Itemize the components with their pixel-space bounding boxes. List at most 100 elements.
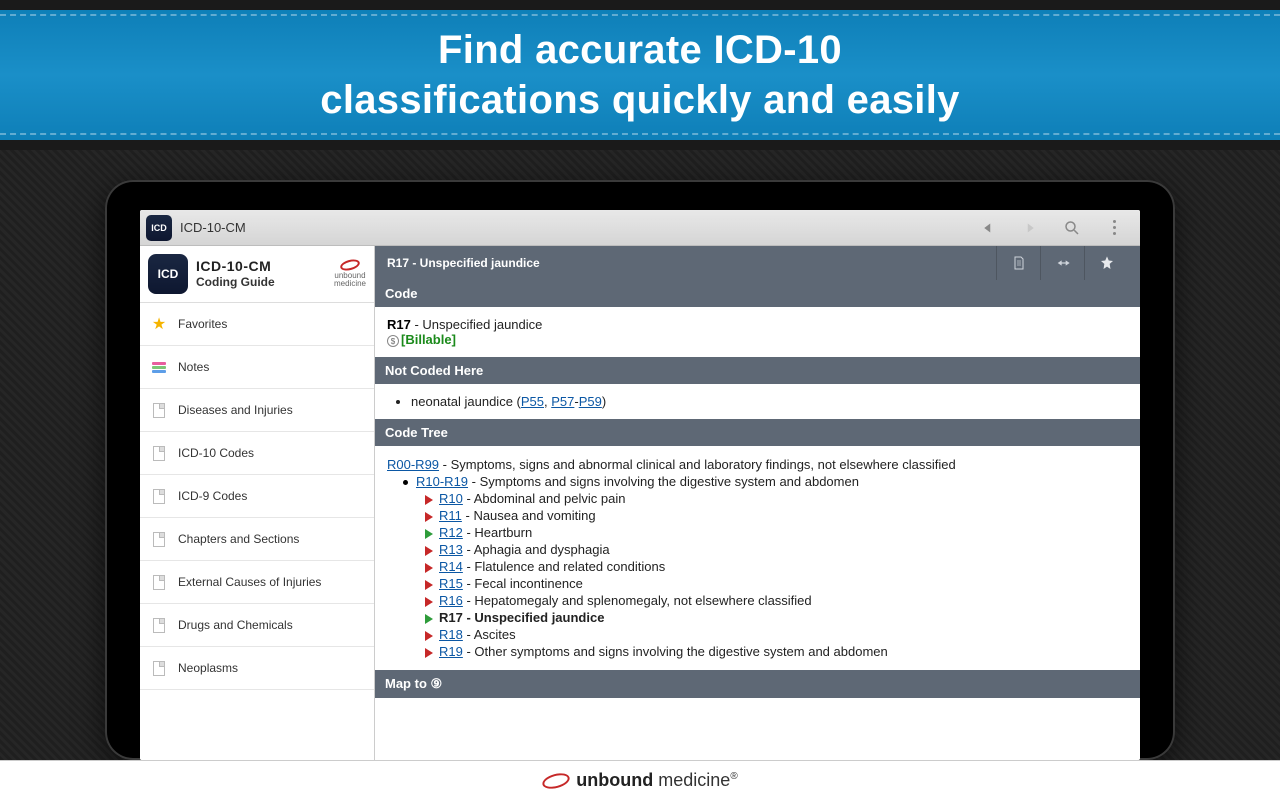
- code-link[interactable]: R10: [439, 491, 463, 506]
- triangle-icon: [425, 631, 433, 641]
- code-link[interactable]: R13: [439, 542, 463, 557]
- code-link[interactable]: P57: [551, 394, 574, 409]
- content-scroll[interactable]: Code R17 - Unspecified jaundice $[Billab…: [375, 280, 1140, 760]
- page-icon: [150, 659, 168, 677]
- app-title: ICD-10-CM: [180, 220, 968, 235]
- product-title: ICD-10-CM: [196, 259, 275, 274]
- overflow-menu-button[interactable]: [1094, 213, 1134, 243]
- code-link[interactable]: R00-R99: [387, 457, 439, 472]
- page-icon: [150, 401, 168, 419]
- section-mapto-header: Map to ⑨: [375, 670, 1140, 698]
- swirl-icon: [541, 770, 572, 791]
- sidebar-item[interactable]: Drugs and Chemicals: [140, 604, 374, 647]
- code-link[interactable]: R14: [439, 559, 463, 574]
- forward-button[interactable]: [1010, 213, 1050, 243]
- tree-item: R15 - Fecal incontinence: [387, 575, 1128, 592]
- tree-item: R10 - Abdominal and pelvic pain: [387, 490, 1128, 507]
- product-subtitle: Coding Guide: [196, 275, 275, 289]
- favorite-button[interactable]: [1084, 246, 1128, 280]
- back-button[interactable]: [968, 213, 1008, 243]
- page-icon: [150, 487, 168, 505]
- notes-icon: [150, 358, 168, 376]
- product-icon: ICD: [148, 254, 188, 294]
- tablet-frame: ICD ICD-10-CM ICD ICD-10-CM Coding Guide: [105, 180, 1175, 760]
- sidebar: ICD ICD-10-CM Coding Guide unboundmedici…: [140, 246, 375, 760]
- code-link[interactable]: P55: [521, 394, 544, 409]
- section-codetree-body: R00-R99 - Symptoms, signs and abnormal c…: [375, 446, 1140, 670]
- sidebar-item-label: Neoplasms: [178, 661, 238, 675]
- tree-item: R12 - Heartburn: [387, 524, 1128, 541]
- sidebar-item-label: Diseases and Injuries: [178, 403, 293, 417]
- sidebar-item[interactable]: Chapters and Sections: [140, 518, 374, 561]
- triangle-icon: [425, 512, 433, 522]
- sidebar-item[interactable]: ★ Favorites: [140, 303, 374, 346]
- sidebar-item[interactable]: ICD-9 Codes: [140, 475, 374, 518]
- page-icon: [150, 444, 168, 462]
- sidebar-header: ICD ICD-10-CM Coding Guide unboundmedici…: [140, 246, 374, 303]
- code-link[interactable]: R18: [439, 627, 463, 642]
- document-button[interactable]: [996, 246, 1040, 280]
- triangle-icon: [425, 495, 433, 505]
- sidebar-item-label: Drugs and Chemicals: [178, 618, 293, 632]
- sidebar-item-label: Favorites: [178, 317, 227, 331]
- tree-item: R17 - Unspecified jaundice: [387, 609, 1128, 626]
- triangle-icon: [425, 648, 433, 658]
- sidebar-item-label: ICD-10 Codes: [178, 446, 254, 460]
- section-notcoded-body: neonatal jaundice (P55, P57-P59): [375, 384, 1140, 419]
- tree-item: R13 - Aphagia and dysphagia: [387, 541, 1128, 558]
- section-code-header: Code: [375, 280, 1140, 307]
- app-icon: ICD: [146, 215, 172, 241]
- page-icon: [150, 530, 168, 548]
- sidebar-item[interactable]: External Causes of Injuries: [140, 561, 374, 604]
- promo-banner: Find accurate ICD-10classifications quic…: [0, 0, 1280, 150]
- triangle-icon: [425, 529, 433, 539]
- section-notcoded-header: Not Coded Here: [375, 357, 1140, 384]
- tree-item: R11 - Nausea and vomiting: [387, 507, 1128, 524]
- search-button[interactable]: [1052, 213, 1092, 243]
- code-link[interactable]: P59: [579, 394, 602, 409]
- app-bar: ICD ICD-10-CM: [140, 210, 1140, 246]
- page-icon: [150, 573, 168, 591]
- not-coded-item: neonatal jaundice (P55, P57-P59): [411, 394, 1128, 409]
- code-link[interactable]: R12: [439, 525, 463, 540]
- footer-logo: unbound medicine®: [542, 770, 737, 791]
- share-button[interactable]: [1040, 246, 1084, 280]
- section-codetree-header: Code Tree: [375, 419, 1140, 446]
- star-icon: ★: [150, 315, 168, 333]
- vendor-logo: unboundmedicine: [334, 260, 366, 288]
- tree-item: R14 - Flatulence and related conditions: [387, 558, 1128, 575]
- page-icon: [150, 616, 168, 634]
- tree-item: R16 - Hepatomegaly and splenomegaly, not…: [387, 592, 1128, 609]
- sidebar-item-label: Chapters and Sections: [178, 532, 299, 546]
- sidebar-item[interactable]: ICD-10 Codes: [140, 432, 374, 475]
- banner-text: Find accurate ICD-10classifications quic…: [320, 25, 959, 125]
- device-area: ICD ICD-10-CM ICD ICD-10-CM Coding Guide: [0, 150, 1280, 760]
- code-link[interactable]: R15: [439, 576, 463, 591]
- topic-bar: R17 - Unspecified jaundice: [375, 246, 1140, 280]
- billable-badge: [Billable]: [401, 332, 456, 347]
- code-link[interactable]: R19: [439, 644, 463, 659]
- triangle-icon: [425, 546, 433, 556]
- app-screen: ICD ICD-10-CM ICD ICD-10-CM Coding Guide: [140, 210, 1140, 760]
- billable-icon: $: [387, 335, 399, 347]
- tree-item: R18 - Ascites: [387, 626, 1128, 643]
- triangle-icon: [425, 597, 433, 607]
- page-footer: unbound medicine®: [0, 760, 1280, 800]
- main-pane: R17 - Unspecified jaundice Code R17 - Un…: [375, 246, 1140, 760]
- sidebar-item-label: ICD-9 Codes: [178, 489, 247, 503]
- tree-item: R19 - Other symptoms and signs involving…: [387, 643, 1128, 660]
- triangle-icon: [425, 580, 433, 590]
- sidebar-item[interactable]: Notes: [140, 346, 374, 389]
- triangle-icon: [425, 563, 433, 573]
- section-code-body: R17 - Unspecified jaundice $[Billable]: [375, 307, 1140, 357]
- code-link[interactable]: R10-R19: [416, 474, 468, 489]
- sidebar-item[interactable]: Neoplasms: [140, 647, 374, 690]
- code-link[interactable]: R16: [439, 593, 463, 608]
- code-link[interactable]: R11: [439, 508, 462, 523]
- appbar-actions: [968, 213, 1134, 243]
- sidebar-item-label: External Causes of Injuries: [178, 575, 321, 589]
- topic-title: R17 - Unspecified jaundice: [387, 256, 996, 270]
- sidebar-item[interactable]: Diseases and Injuries: [140, 389, 374, 432]
- triangle-icon: [425, 614, 433, 624]
- sidebar-item-label: Notes: [178, 360, 209, 374]
